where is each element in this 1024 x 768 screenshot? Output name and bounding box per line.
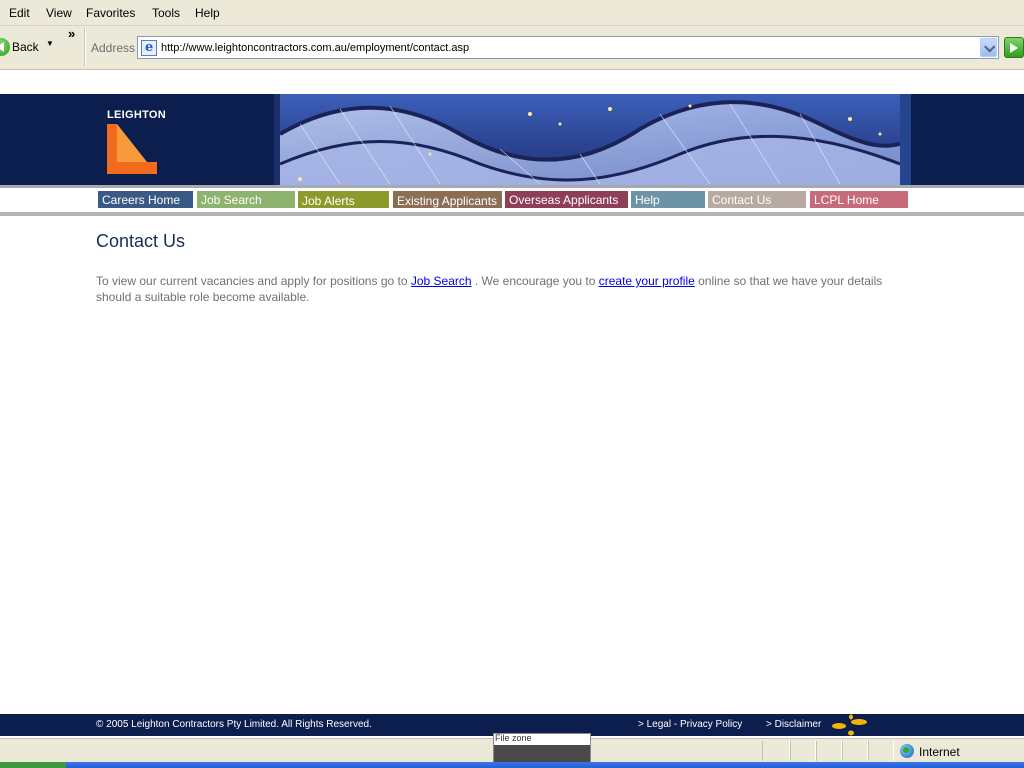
toolbar-overflow-icon[interactable]: » bbox=[68, 26, 75, 41]
footer-logo-icon bbox=[832, 714, 867, 736]
menu-view[interactable]: View bbox=[46, 6, 72, 20]
status-pane bbox=[762, 741, 790, 761]
back-button[interactable]: Back ▼ bbox=[0, 36, 62, 58]
leighton-logo-icon bbox=[107, 124, 157, 174]
menu-edit[interactable]: Edit bbox=[9, 6, 30, 20]
status-pane bbox=[790, 741, 816, 761]
status-pane bbox=[816, 741, 842, 761]
menu-tools[interactable]: Tools bbox=[152, 6, 180, 20]
nav-help[interactable]: Help bbox=[631, 191, 705, 208]
leighton-logo-text: LEIGHTON bbox=[107, 109, 167, 121]
main-nav: Careers Home Job Search Job Alerts Exist… bbox=[0, 188, 1024, 212]
status-pane bbox=[842, 741, 868, 761]
menu-help[interactable]: Help bbox=[195, 6, 220, 20]
go-button[interactable] bbox=[1004, 37, 1024, 58]
address-url[interactable]: http://www.leightoncontractors.com.au/em… bbox=[161, 42, 469, 54]
tooltip-header: File zone bbox=[494, 733, 590, 745]
taskbar bbox=[0, 762, 1024, 768]
dropdown-arrow-icon[interactable]: ▼ bbox=[46, 39, 54, 48]
nav-lcpl-home[interactable]: LCPL Home bbox=[810, 191, 908, 208]
nav-careers-home[interactable]: Careers Home bbox=[98, 191, 193, 208]
address-bar[interactable]: http://www.leightoncontractors.com.au/em… bbox=[137, 36, 999, 59]
banner-stadium-roof-image bbox=[274, 94, 911, 185]
page-title: Contact Us bbox=[96, 231, 186, 251]
intro-paragraph: To view our current vacancies and apply … bbox=[96, 273, 896, 305]
nav-contact-us[interactable]: Contact Us bbox=[708, 191, 806, 208]
start-button[interactable] bbox=[0, 762, 66, 768]
tooltip-text: File zone bbox=[495, 733, 532, 743]
status-pane bbox=[868, 741, 894, 761]
toolbar-separator bbox=[84, 28, 86, 66]
nav-overseas-applicants[interactable]: Overseas Applicants bbox=[505, 191, 628, 208]
back-arrow-icon bbox=[0, 38, 10, 56]
menu-favorites[interactable]: Favorites bbox=[86, 6, 135, 20]
nav-job-search[interactable]: Job Search bbox=[197, 191, 295, 208]
legal-privacy-link[interactable]: > Legal - Privacy Policy bbox=[638, 719, 742, 730]
nav-existing-applicants[interactable]: Existing Applicants bbox=[393, 191, 502, 208]
address-label: Address bbox=[91, 41, 136, 55]
disclaimer-link[interactable]: > Disclaimer bbox=[766, 719, 821, 730]
copyright-text: © 2005 Leighton Contractors Pty Limited.… bbox=[96, 719, 372, 730]
roof-illustration bbox=[280, 94, 900, 185]
address-dropdown-icon[interactable] bbox=[980, 38, 997, 57]
intro-text-1: To view our current vacancies and apply … bbox=[96, 274, 411, 288]
zone-label: Internet bbox=[919, 745, 960, 759]
nav-job-alerts[interactable]: Job Alerts bbox=[298, 191, 389, 208]
back-label: Back bbox=[12, 40, 39, 54]
nav-divider bbox=[0, 212, 1024, 216]
create-profile-link[interactable]: create your profile bbox=[599, 274, 695, 288]
globe-icon bbox=[900, 744, 914, 758]
browser-toolbar: Back ▼ » Address http://www.leightoncont… bbox=[0, 26, 1024, 70]
file-zone-tooltip: File zone bbox=[493, 733, 591, 763]
page-icon bbox=[141, 40, 157, 56]
intro-text-2: . We encourage you to bbox=[471, 274, 599, 288]
job-search-link[interactable]: Job Search bbox=[411, 274, 472, 288]
menu-bar: Edit View Favorites Tools Help bbox=[0, 0, 1024, 26]
